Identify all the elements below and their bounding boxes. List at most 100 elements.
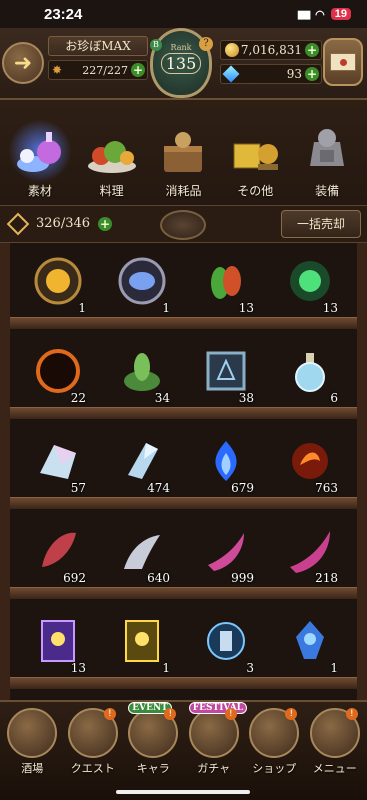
item-slot[interactable]: 38 [194, 343, 258, 407]
tab-materials[interactable]: 素材 [7, 119, 72, 199]
rank-badge[interactable]: B ? Rank 135 [150, 28, 213, 98]
item-quantity: 692 [63, 571, 86, 585]
nav-label: メニュー [312, 762, 357, 775]
blue-crystal-icon [128, 443, 158, 479]
tavern-icon [7, 708, 58, 758]
blue-flame-icon [215, 441, 237, 481]
item-slot[interactable]: 13 [194, 253, 258, 317]
nav-label: キャラ [136, 762, 170, 775]
alert-icon: ! [164, 708, 177, 720]
item-quantity: 13 [238, 301, 254, 315]
silver-emblem-icon [118, 257, 166, 305]
wifi-icon: ◠ [315, 8, 325, 21]
shelf-row: 57 474 679 763 [10, 423, 357, 509]
item-quantity: 13 [322, 301, 338, 315]
gem-value: 93 [286, 67, 302, 81]
rune-tablet-icon [206, 351, 246, 391]
rank-b-icon: B [150, 39, 162, 51]
blue-spirit-icon [296, 621, 324, 659]
item-slot[interactable]: 3 ★★★★ [194, 613, 258, 685]
help-icon[interactable]: ? [199, 37, 213, 51]
item-quantity: 6 [330, 391, 338, 405]
dark-ring-icon [36, 349, 80, 393]
stamina-bar: 227/227 + [48, 60, 148, 80]
other-icon [233, 143, 279, 170]
item-quantity: 13 [70, 661, 86, 675]
mail-icon [330, 53, 356, 71]
item-slot[interactable]: 22 [26, 343, 90, 407]
item-slot[interactable]: 1 [110, 253, 174, 317]
tab-cooking[interactable]: 料理 [80, 119, 144, 199]
item-quantity: 763 [315, 481, 338, 495]
nav-shop[interactable]: ! ショップ [245, 708, 303, 778]
item-quantity: 34 [154, 391, 170, 405]
mail-button[interactable] [323, 38, 363, 86]
item-slot[interactable]: 763 [278, 433, 342, 497]
item-quantity: 218 [315, 571, 338, 585]
blue-relic-icon [207, 622, 245, 660]
nav-chara[interactable]: EVENT ! キャラ [124, 702, 182, 778]
home-indicator[interactable] [116, 790, 250, 794]
ornament-medallion-icon [160, 210, 206, 240]
potion-bottle-icon [295, 353, 325, 392]
item-quantity: 38 [238, 391, 254, 405]
item-slot[interactable]: 34 [110, 343, 174, 407]
item-slot[interactable]: 13 ★★★★★ [26, 613, 90, 685]
crystal-cluster-icon [40, 445, 76, 479]
equipment-icon [310, 129, 345, 166]
gem-counter: 93 + [220, 64, 322, 84]
shelf-plank [10, 407, 357, 419]
nav-quest[interactable]: ! クエスト [64, 708, 122, 778]
gem-icon [222, 65, 240, 83]
shelf-row: 1 1 13 13 [10, 243, 357, 329]
tab-consumables[interactable]: 消耗品 [151, 119, 215, 199]
gem-plus-button[interactable]: + [305, 67, 319, 81]
tab-label: その他 [237, 184, 274, 198]
back-arrow-icon: ➜ [13, 50, 33, 76]
tab-equipment[interactable]: 装備 [295, 119, 359, 199]
shelf-row: 22 34 38 6 [10, 333, 357, 419]
player-name: お珍ぼMAX [48, 36, 148, 56]
shelf-plank [10, 677, 357, 689]
item-slot[interactable]: 6 [278, 343, 342, 407]
item-slot[interactable]: 999 [194, 523, 258, 587]
item-slot[interactable]: 13 [278, 253, 342, 317]
sell-all-button[interactable]: 一括売却 [281, 210, 361, 238]
item-slot[interactable]: 679 [194, 433, 258, 497]
item-slot[interactable]: 1 [26, 253, 90, 317]
game-header: ➜ お珍ぼMAX 227/227 + ✸ B ? Rank 135 7,016,… [0, 28, 367, 100]
nav-menu[interactable]: ! メニュー [306, 708, 364, 778]
item-slot[interactable]: 692 [26, 523, 90, 587]
nav-gacha[interactable]: FESTIVAL ! ガチャ [185, 702, 248, 778]
item-slot[interactable]: 57 [26, 433, 90, 497]
expand-inventory-button[interactable]: + [98, 217, 112, 231]
tab-other[interactable]: その他 [223, 119, 287, 199]
bottom-nav: 酒場 ! クエスト EVENT ! キャラ FESTIVAL ! ガチャ ! シ… [0, 700, 367, 800]
inventory-count: 326/346 [36, 216, 91, 231]
item-slot[interactable]: 218 [278, 523, 342, 587]
gold-plus-button[interactable]: + [305, 43, 319, 57]
item-slot[interactable]: 474 [110, 433, 174, 497]
nav-tavern[interactable]: 酒場 [3, 708, 61, 778]
alert-icon: ! [224, 708, 237, 720]
item-slot[interactable]: 640 [110, 523, 174, 587]
item-slot[interactable]: 1 ★★★★★ [110, 613, 174, 685]
red-feather-icon [42, 532, 76, 567]
shelf-row: 13 ★★★★★ 1 ★★★★★ 3 ★★★★ 1 ★★★★★ [10, 603, 357, 689]
festival-badge: FESTIVAL [188, 702, 248, 714]
back-button[interactable]: ➜ [2, 42, 44, 84]
signal-icon: ▮▮▮ [296, 8, 311, 21]
gold-card-icon [125, 620, 159, 662]
silver-claw-icon [124, 535, 160, 569]
status-bar: 23:24 ▮▮▮ ◠ 19 [0, 0, 367, 28]
item-quantity: 1 [330, 661, 338, 675]
tab-label: 消耗品 [165, 184, 202, 198]
nav-label: ショップ [252, 762, 297, 775]
stamina-plus-button[interactable]: + [131, 63, 145, 77]
purple-card-icon [41, 620, 75, 662]
item-quantity: 57 [70, 481, 86, 495]
item-slot[interactable]: 1 ★★★★★ [278, 613, 342, 685]
item-quantity: 22 [70, 391, 86, 405]
gold-coin-icon [225, 43, 239, 57]
pink-horn-icon [208, 533, 244, 571]
